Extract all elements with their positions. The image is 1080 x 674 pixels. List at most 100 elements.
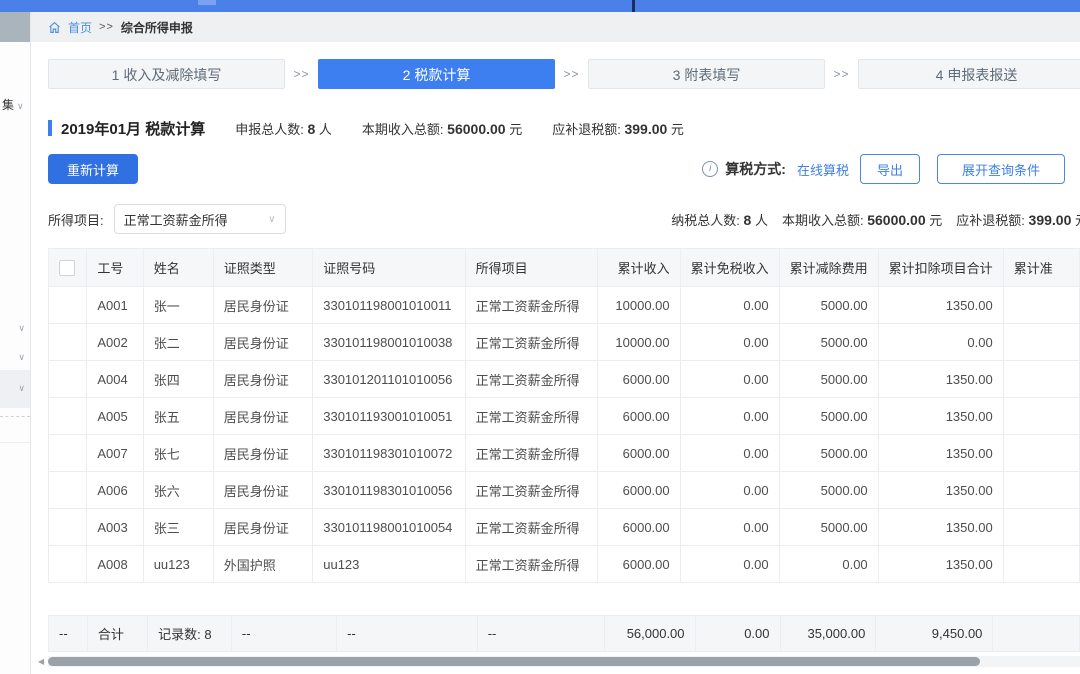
step-1-income-deduction[interactable]: 1 收入及减除填写 [48,59,285,89]
table-cell [1003,398,1079,435]
table-cell: 0.00 [680,509,779,546]
scroll-left-arrow-icon[interactable]: ◀ [38,657,44,666]
home-icon[interactable] [48,21,61,34]
table-cell: 1350.00 [878,509,1003,546]
total-cell [993,616,1080,652]
table-cell: 外国护照 [213,546,312,583]
column-header: 姓名 [143,249,213,287]
table-row[interactable]: A001张一居民身份证330101198001010011正常工资薪金所得100… [49,287,1080,324]
table-cell: 张三 [143,509,213,546]
table-cell: 6000.00 [597,509,680,546]
income-item-selected-value: 正常工资薪金所得 [124,210,228,229]
table-row[interactable]: A003张三居民身份证330101198001010054正常工资薪金所得600… [49,509,1080,546]
column-header: 所得项目 [465,249,597,287]
breadcrumb-home-link[interactable]: 首页 [68,19,92,36]
row-checkbox-cell [49,546,87,583]
table-cell: A008 [87,546,143,583]
export-button[interactable]: 导出 [860,154,920,184]
table-cell: 正常工资薪金所得 [465,472,597,509]
table-gap [48,583,1080,615]
table-row[interactable]: A005张五居民身份证330101193001010051正常工资薪金所得600… [49,398,1080,435]
table-cell: 居民身份证 [213,435,312,472]
tax-due-stat: 应补退税额: 399.00 元 [956,210,1080,229]
table-cell: A007 [87,435,143,472]
total-cell: -- [337,616,478,652]
table-cell: uu123 [313,546,465,583]
table-row[interactable]: A004张四居民身份证330101201101010056正常工资薪金所得600… [49,361,1080,398]
row-checkbox-cell [49,398,87,435]
sidebar-active-item[interactable] [0,370,30,408]
scrollbar-thumb[interactable] [48,657,980,666]
step-4-report-submit[interactable]: 4 申报表报送 [858,59,1080,89]
summary-row: 2019年01月 税款计算 申报总人数: 8 人 本期收入总额: 56000.0… [48,117,1080,139]
browser-top-strip [0,0,1080,12]
table-cell: 5000.00 [779,324,878,361]
total-cell: 35,000.00 [780,616,876,652]
row-checkbox-cell [49,287,87,324]
sidebar-item-partial[interactable]: 集∨ [2,96,24,113]
total-cell: -- [477,616,604,652]
table-cell: 1350.00 [878,287,1003,324]
total-cell: 9,450.00 [876,616,993,652]
filter-stats: 纳税总人数: 8 人 本期收入总额: 56000.00 元 应补退税额: 399… [671,210,1080,229]
table-cell: 居民身份证 [213,509,312,546]
table-cell: 1350.00 [878,435,1003,472]
table-row[interactable]: A006张六居民身份证330101198301010056正常工资薪金所得600… [49,472,1080,509]
expand-query-button[interactable]: 展开查询条件 [937,154,1065,184]
table-cell: 330101198301010072 [313,435,465,472]
step-3-schedule-fill[interactable]: 3 附表填写 [588,59,825,89]
table-cell: 5000.00 [779,472,878,509]
column-header: 累计扣除项目合计 [878,249,1003,287]
table-cell: 330101198001010038 [313,324,465,361]
chevron-down-icon[interactable]: ∨ [18,352,25,363]
collapsed-sidebar: 集∨ ∨ ∨ ∨ [0,12,31,674]
table-cell: 10000.00 [597,287,680,324]
income-item-select[interactable]: 正常工资薪金所得 ∨ [114,204,286,234]
recalculate-button[interactable]: 重新计算 [48,154,138,184]
table-row[interactable]: A008uu123外国护照uu123正常工资薪金所得6000.000.000.0… [49,546,1080,583]
table-row[interactable]: A007张七居民身份证330101198301010072正常工资薪金所得600… [49,435,1080,472]
total-row: --合计记录数: 8------56,000.000.0035,000.009,… [49,616,1080,652]
table-cell: 张六 [143,472,213,509]
table-cell: 330101193001010051 [313,398,465,435]
table-cell: 0.00 [779,546,878,583]
table-cell: 5000.00 [779,361,878,398]
taxpayer-count-stat: 纳税总人数: 8 人 [671,210,768,229]
table-row[interactable]: A002张二居民身份证330101198001010038正常工资薪金所得100… [49,324,1080,361]
table-cell: 5000.00 [779,509,878,546]
total-cell: 56,000.00 [605,616,695,652]
page-title: 2019年01月 税款计算 [61,118,205,139]
chevron-down-icon[interactable]: ∨ [18,323,25,334]
table-cell: 0.00 [680,435,779,472]
income-item-label: 所得项目: [48,210,104,229]
table-cell [1003,472,1079,509]
step-2-tax-calculation[interactable]: 2 税款计算 [318,59,555,89]
horizontal-scrollbar[interactable]: ◀ [48,656,1080,667]
table-cell: A003 [87,509,143,546]
select-all-checkbox[interactable] [59,260,75,276]
chevron-down-icon[interactable]: ∨ [18,383,25,394]
toolbar-right-group: i 算税方式: 在线算税 导出 展开查询条件 [702,154,1065,184]
tax-mode-value-link[interactable]: 在线算税 [797,160,849,179]
table-cell [1003,435,1079,472]
table-cell: 正常工资薪金所得 [465,324,597,361]
table-cell: 正常工资薪金所得 [465,435,597,472]
step-wizard: 1 收入及减除填写 >> 2 税款计算 >> 3 附表填写 >> 4 申报表报送 [48,58,1080,90]
table-cell: 1350.00 [878,472,1003,509]
table-cell [1003,324,1079,361]
table-cell: 0.00 [680,324,779,361]
data-table: 工号姓名证照类型证照号码所得项目累计收入累计免税收入累计减除费用累计扣除项目合计… [48,248,1080,583]
title-accent-bar [48,120,52,136]
table-cell: 居民身份证 [213,472,312,509]
info-icon[interactable]: i [702,161,718,177]
table-cell: 1350.00 [878,398,1003,435]
table-cell: 张一 [143,287,213,324]
table-cell: 正常工资薪金所得 [465,361,597,398]
row-checkbox-cell [49,324,87,361]
step-separator: >> [285,67,318,81]
filter-row: 所得项目: 正常工资薪金所得 ∨ 纳税总人数: 8 人 本期收入总额: 5600… [48,204,1080,234]
column-header: 累计准 [1003,249,1079,287]
total-cell: 0.00 [695,616,780,652]
table-cell: 6000.00 [597,361,680,398]
row-checkbox-cell [49,435,87,472]
